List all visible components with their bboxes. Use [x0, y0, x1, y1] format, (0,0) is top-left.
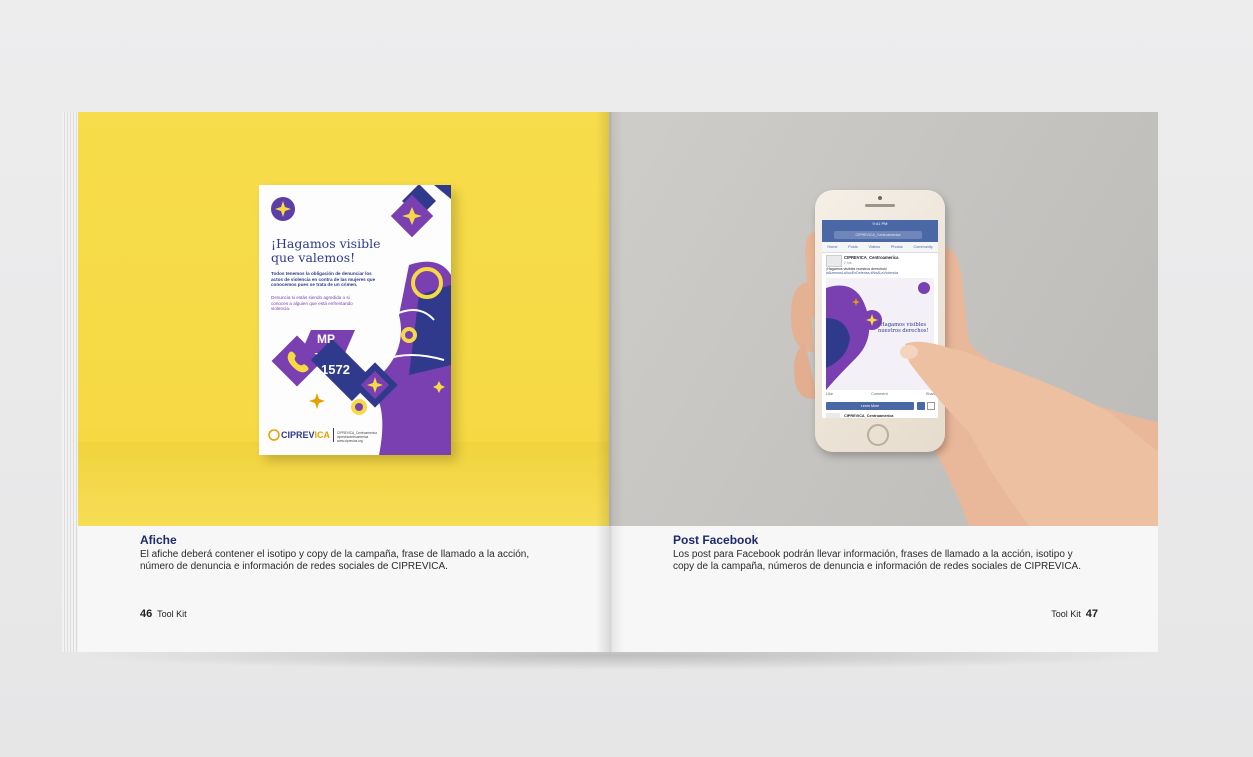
mp-badge: MP	[317, 332, 335, 346]
left-caption-body: El afiche deberá contener el isotipo y c…	[140, 549, 529, 573]
poster-headline: ¡Hagamos visible que valemos!	[271, 237, 391, 265]
poster-call-to-action: Denuncia si estás siendo agredida o si c…	[271, 295, 353, 311]
page-edges	[62, 112, 78, 652]
right-caption-line1: Los post para Facebook podrán llevar inf…	[673, 549, 1073, 560]
phone-number: 1572	[321, 362, 350, 377]
social-web: www.ciprevica.org	[337, 439, 363, 443]
left-caption-line1: El afiche deberá contener el isotipo y c…	[140, 549, 530, 560]
left-page-number: 46	[140, 608, 153, 620]
pointing-hand	[900, 341, 1158, 526]
right-caption-title: Post Facebook	[673, 533, 759, 547]
poster-headline-line1: ¡Hagamos visible	[271, 236, 381, 251]
poster-headline-line2: que valemos!	[271, 250, 356, 265]
left-caption-title: Afiche	[140, 533, 177, 547]
poster-text: Todos tenemos la obligación de denunciar…	[271, 271, 376, 287]
left-page: ¡Hagamos visible que valemos! Todos tene…	[78, 112, 609, 652]
left-page-label: Tool Kit	[157, 609, 187, 619]
right-page: 9:41 PM CIPREVICA_Centroamerica Home Pos…	[609, 112, 1158, 652]
right-folio: Tool Kit 47	[1051, 608, 1098, 620]
brand-logo: CIPREVICA	[281, 430, 330, 440]
right-caption-body: Los post para Facebook podrán llevar inf…	[673, 549, 1081, 573]
brand-social: CIPREVICA_Centroamerica cipreviacentroam…	[337, 431, 397, 443]
left-caption-line2: número de denuncia e información de rede…	[140, 561, 448, 572]
poster: ¡Hagamos visible que valemos! Todos tene…	[259, 185, 451, 455]
left-folio: 46 Tool Kit	[140, 608, 187, 620]
right-caption-line2: copy de la campaña, números de denuncia …	[673, 561, 1082, 572]
brand-main: CIPREV	[281, 430, 315, 440]
poster-graphics	[268, 185, 451, 455]
brand-accent: ICA	[314, 430, 331, 440]
right-page-label: Tool Kit	[1051, 609, 1081, 619]
right-page-number: 47	[1085, 608, 1098, 620]
